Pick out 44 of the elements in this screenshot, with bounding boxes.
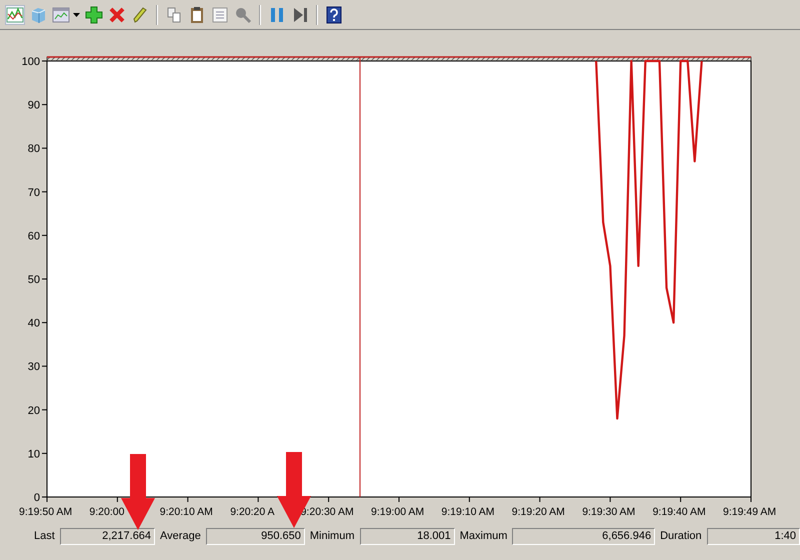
y-tick-label: 100 [22,56,40,68]
y-tick-label: 80 [28,143,40,156]
x-tick-label: 9:19:50 AM [19,506,72,518]
x-tick-label: 9:19:10 AM [441,506,495,518]
pause-icon[interactable] [268,6,286,24]
clipboard-icon[interactable] [188,6,206,24]
close-icon[interactable] [108,6,126,24]
help-icon[interactable] [325,6,343,24]
dropdown-caret-icon[interactable] [73,12,80,16]
stat-label: Duration [660,530,702,542]
y-tick-label: 30 [28,361,40,374]
y-tick-label: 60 [28,230,40,242]
cube-icon[interactable] [29,6,47,24]
stat-label: Average [160,530,201,542]
stat-value-field: 1:40 [706,528,800,544]
plus-icon[interactable] [85,6,103,24]
x-tick-label: 9:19:00 AM [371,506,424,518]
stat-value-field: 2,217.664 [60,528,156,544]
step-forward-icon[interactable] [291,6,309,24]
y-tick-label: 40 [28,318,40,330]
y-tick-label: 0 [34,492,40,504]
stat-value-field: 6,656.946 [512,528,656,544]
x-tick-label: 9:19:49 AM [723,506,776,518]
y-tick-label: 20 [28,404,40,417]
stat-value-field: 950.650 [206,528,305,544]
y-tick-label: 90 [28,100,40,112]
x-tick-label: 9:19:20 AM [512,506,565,518]
x-tick-label: 9:19:40 AM [652,506,706,518]
magnifier-icon[interactable] [234,6,252,24]
y-tick-label: 10 [28,448,40,460]
x-tick-label: 9:20:20 A [230,506,275,518]
stat-label: Last [34,530,55,542]
document-icon[interactable] [211,6,229,24]
copy-icon[interactable] [165,6,183,24]
x-tick-label: 9:20:00 [89,506,124,518]
stat-value-field: 18.001 [360,528,455,544]
y-tick-label: 70 [28,186,40,199]
x-tick-label: 9:19:30 AM [582,506,636,518]
x-tick-label: 9:20:10 AM [160,506,213,518]
stat-label: Maximum [460,530,508,542]
pencil-icon[interactable] [131,6,149,24]
stat-label: Minimum [310,530,354,542]
line-graph-icon[interactable] [6,6,24,24]
y-tick-label: 50 [28,274,40,286]
